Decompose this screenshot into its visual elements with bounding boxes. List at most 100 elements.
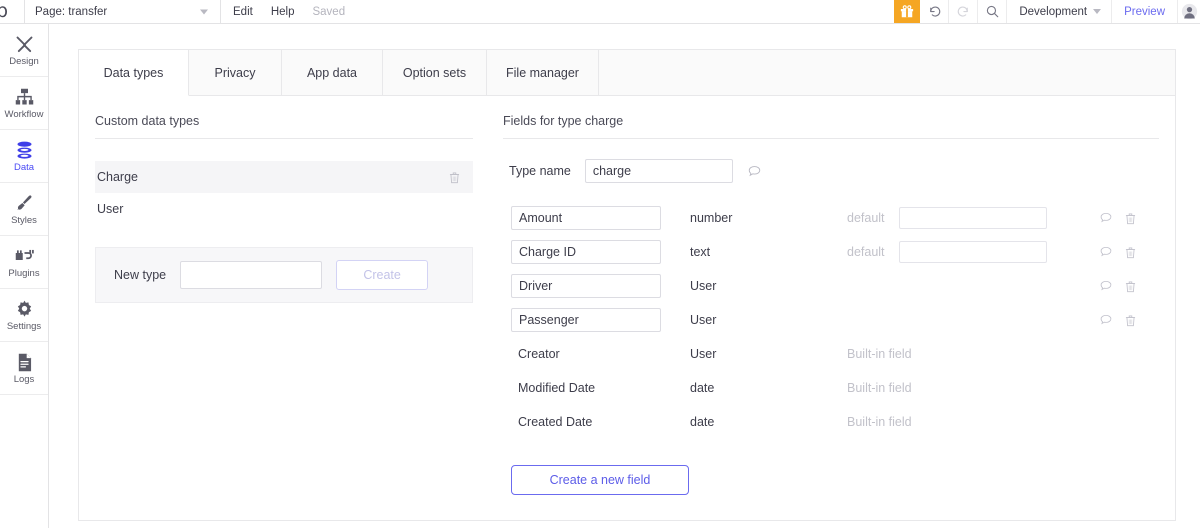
tab-app-data-label: App data xyxy=(306,65,358,80)
field-default-label-amount: default xyxy=(847,211,885,225)
search-icon[interactable] xyxy=(977,0,1006,23)
paintbrush-icon xyxy=(14,192,35,214)
data-type-name-charge: Charge xyxy=(97,170,138,184)
field-type-passenger[interactable]: User xyxy=(669,313,847,327)
data-type-row-user[interactable]: User xyxy=(95,193,473,225)
type-name-input[interactable] xyxy=(584,159,733,183)
tab-privacy-label: Privacy xyxy=(214,65,256,80)
field-name-modified-date: Modified Date xyxy=(518,381,596,395)
new-type-input[interactable] xyxy=(180,261,323,289)
field-default-input-amount[interactable] xyxy=(899,207,1047,229)
tab-app-data[interactable]: App data xyxy=(282,50,383,95)
database-icon xyxy=(14,139,35,161)
top-toolbar: b Page: transfer Edit Help Saved Develop… xyxy=(0,0,1200,24)
field-type-charge-id[interactable]: text xyxy=(669,245,847,259)
preview-button[interactable]: Preview xyxy=(1111,0,1177,23)
tab-privacy[interactable]: Privacy xyxy=(189,50,282,95)
create-type-button[interactable]: Create xyxy=(336,260,429,290)
field-default-cell-charge-id: default xyxy=(847,241,1099,263)
comment-icon[interactable] xyxy=(1099,279,1113,293)
comment-icon[interactable] xyxy=(747,164,762,179)
tab-file-manager-label: File manager xyxy=(506,65,579,80)
custom-data-types-heading: Custom data types xyxy=(95,114,473,139)
tab-bar: Data types Privacy App data Option sets … xyxy=(79,50,1175,96)
field-default-cell-amount: default xyxy=(847,207,1099,229)
avatar[interactable] xyxy=(1177,0,1200,23)
bubble-editor-window: b Page: transfer Edit Help Saved Develop… xyxy=(0,0,1200,528)
comment-icon[interactable] xyxy=(1099,211,1113,225)
workflow-icon xyxy=(14,86,35,108)
field-name-created-date: Created Date xyxy=(518,415,593,429)
trash-icon[interactable] xyxy=(1124,246,1137,259)
tab-file-manager[interactable]: File manager xyxy=(487,50,599,95)
environment-label: Development xyxy=(1019,5,1088,18)
sidebar-item-plugins[interactable]: Plugins xyxy=(0,236,48,289)
gift-icon[interactable] xyxy=(894,0,921,23)
sidebar-item-workflow[interactable]: Workflow xyxy=(0,77,48,130)
environment-selector[interactable]: Development xyxy=(1006,0,1111,23)
field-type-creator: User xyxy=(690,347,717,361)
menu-item-edit[interactable]: Edit xyxy=(233,6,253,18)
sidebar-item-data[interactable]: Data xyxy=(0,130,48,183)
menu-item-help[interactable]: Help xyxy=(271,6,295,18)
field-name-input-amount[interactable] xyxy=(511,206,661,230)
field-row-driver: User xyxy=(503,269,1159,303)
data-type-row-charge[interactable]: Charge xyxy=(95,161,473,193)
trash-icon[interactable] xyxy=(448,171,461,184)
redo-button[interactable] xyxy=(948,0,977,23)
field-builtin-label-created-date: Built-in field xyxy=(847,415,912,429)
bubble-logo[interactable]: b xyxy=(0,0,24,23)
comment-icon[interactable] xyxy=(1099,313,1113,327)
sidebar-item-workflow-label: Workflow xyxy=(4,109,44,121)
field-name-input-passenger[interactable] xyxy=(511,308,661,332)
sidebar-item-data-label: Data xyxy=(13,162,35,174)
panel-columns: Custom data types Charge User New type C… xyxy=(79,96,1175,521)
fields-table: number default xyxy=(503,201,1159,439)
field-name-input-charge-id[interactable] xyxy=(511,240,661,264)
field-name-input-driver[interactable] xyxy=(511,274,661,298)
sidebar-item-settings[interactable]: Settings xyxy=(0,289,48,342)
field-name-cell-charge-id xyxy=(511,240,669,264)
trash-icon[interactable] xyxy=(1124,212,1137,225)
tab-option-sets[interactable]: Option sets xyxy=(383,50,487,95)
field-type-driver[interactable]: User xyxy=(669,279,847,293)
field-default-input-charge-id[interactable] xyxy=(899,241,1047,263)
fields-heading: Fields for type charge xyxy=(503,114,1159,139)
undo-button[interactable] xyxy=(920,0,948,23)
type-name-label: Type name xyxy=(509,164,571,178)
tab-data-types[interactable]: Data types xyxy=(79,50,189,96)
field-type-amount[interactable]: number xyxy=(669,211,847,225)
sidebar-item-logs[interactable]: Logs xyxy=(0,342,48,395)
left-sidebar: Design Workflow Data Styles Plugins Sett… xyxy=(0,24,49,528)
new-type-label: New type xyxy=(114,268,167,282)
field-builtin-cell-created-date: Built-in field xyxy=(847,415,1099,429)
trash-icon[interactable] xyxy=(1124,280,1137,293)
save-status: Saved xyxy=(312,5,346,18)
tab-data-types-label: Data types xyxy=(103,65,164,80)
tab-bar-spacer xyxy=(599,50,1175,95)
page-selector[interactable]: Page: transfer xyxy=(24,0,220,23)
field-actions-charge-id xyxy=(1099,245,1159,259)
data-panel: Data types Privacy App data Option sets … xyxy=(78,49,1176,521)
field-type-created-date: date xyxy=(690,415,715,429)
create-new-field-button[interactable]: Create a new field xyxy=(511,465,689,495)
field-builtin-label-modified-date: Built-in field xyxy=(847,381,912,395)
plugins-icon xyxy=(14,245,35,267)
field-name-cell-amount xyxy=(511,206,669,230)
field-row-modified-date: Modified Date date Built-in field xyxy=(503,371,1159,405)
trash-icon[interactable] xyxy=(1124,314,1137,327)
sidebar-item-design[interactable]: Design xyxy=(0,24,48,77)
sidebar-item-styles[interactable]: Styles xyxy=(0,183,48,236)
design-icon xyxy=(14,33,35,55)
field-actions-passenger xyxy=(1099,313,1159,327)
field-type-modified-date: date xyxy=(690,381,715,395)
preview-label: Preview xyxy=(1124,5,1165,18)
data-types-list: Charge User xyxy=(95,161,473,225)
field-builtin-cell-modified-date: Built-in field xyxy=(847,381,1099,395)
field-actions-driver xyxy=(1099,279,1159,293)
type-name-row: Type name xyxy=(503,159,1159,183)
new-type-box: New type Create xyxy=(95,247,473,303)
chevron-down-icon xyxy=(200,9,208,14)
comment-icon[interactable] xyxy=(1099,245,1113,259)
